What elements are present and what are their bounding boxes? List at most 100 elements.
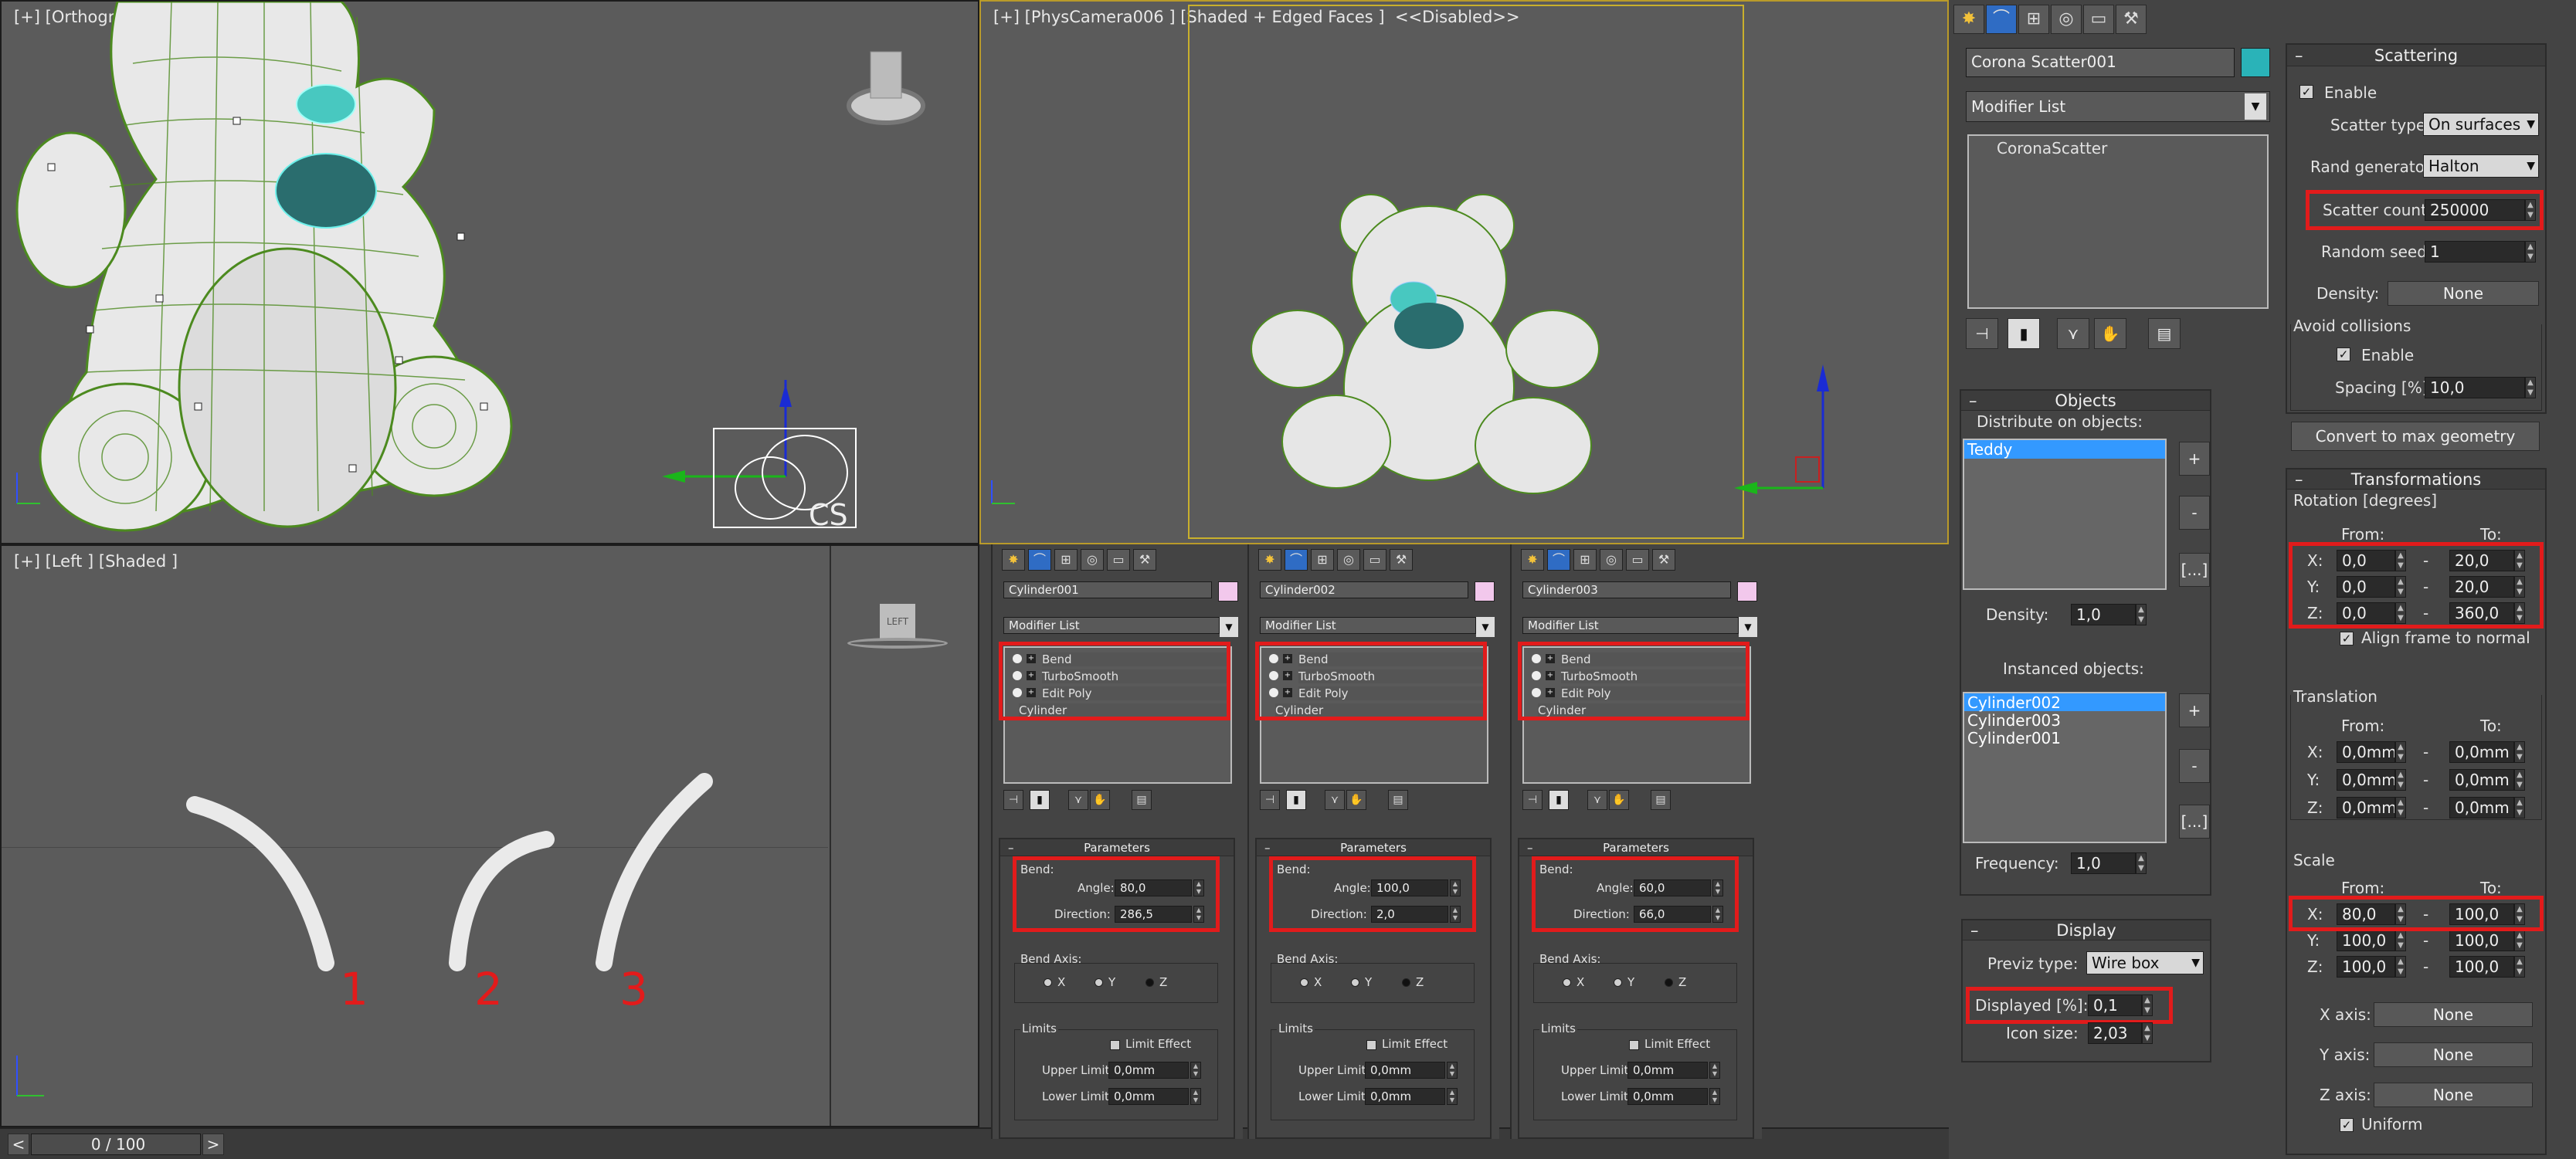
distribute-list[interactable]: Teddy — [1963, 439, 2167, 590]
modify-tab-icon[interactable]: ⌒ — [1986, 5, 2017, 34]
hierarchy-tab-icon[interactable]: ⊞ — [2018, 5, 2049, 34]
object-color-swatch[interactable] — [1475, 581, 1495, 602]
translation-from-spinner[interactable]: ▲ ▼ — [2395, 741, 2406, 763]
utilities-tab-icon[interactable]: ⚒ — [1652, 549, 1675, 571]
configure-sets-icon[interactable]: ▤ — [1388, 790, 1408, 810]
motion-tab-icon[interactable]: ◎ — [1337, 549, 1360, 571]
modify-tab-icon[interactable]: ⌒ — [1547, 549, 1570, 571]
show-end-result-icon[interactable]: ▮ — [1030, 790, 1050, 810]
axis-radio-x[interactable] — [1300, 978, 1308, 987]
remove-modifier-icon[interactable]: ✋ — [1346, 790, 1366, 810]
configure-sets-icon[interactable]: ▤ — [1132, 790, 1152, 810]
translation-from-field[interactable]: 0,0mm — [2337, 741, 2395, 763]
spacing-field[interactable]: 10,0 — [2425, 377, 2525, 398]
enable-checkbox[interactable]: ✓ — [2299, 85, 2313, 99]
stack-item-coronascatter[interactable]: CoronaScatter — [1997, 139, 2107, 158]
random-seed-spinner[interactable]: ▲ ▼ — [2525, 241, 2536, 263]
pin-stack-icon[interactable]: ⊣ — [1003, 790, 1023, 810]
create-tab-icon[interactable]: ✸ — [1258, 549, 1281, 571]
limit-effect-checkbox[interactable] — [1110, 1040, 1120, 1050]
scale-to-spinner[interactable]: ▲ ▼ — [2514, 956, 2525, 978]
translation-from-field[interactable]: 0,0mm — [2337, 797, 2395, 818]
display-tab-icon[interactable]: ▭ — [1626, 549, 1649, 571]
x-axis-button[interactable]: None — [2374, 1002, 2533, 1027]
more-distribute-button[interactable]: [...] — [2179, 553, 2210, 587]
upper-limit-spinner[interactable]: ▲ ▼ — [1709, 1062, 1720, 1079]
rollout-header[interactable]: – Transformations — [2287, 469, 2545, 490]
frequency-field[interactable]: 1,0 — [2071, 852, 2136, 874]
utilities-tab-icon[interactable]: ⚒ — [2116, 5, 2147, 34]
rollout-header[interactable]: – Parameters — [1257, 839, 1490, 856]
translation-to-spinner[interactable]: ▲ ▼ — [2514, 741, 2525, 763]
more-instanced-button[interactable]: [...] — [2179, 805, 2210, 839]
timeline-prev-button[interactable]: < — [8, 1134, 29, 1155]
scale-to-field[interactable]: 100,0 — [2449, 956, 2514, 978]
icon-size-spinner[interactable]: ▲ ▼ — [2142, 1022, 2153, 1044]
object-name-field[interactable]: Corona Scatter001 — [1966, 48, 2235, 77]
modifier-list-dropdown[interactable]: Modifier List — [1522, 617, 1739, 634]
upper-limit-field[interactable]: 0,0mm — [1627, 1062, 1708, 1079]
remove-modifier-icon[interactable]: ✋ — [1609, 790, 1629, 810]
rollout-header[interactable]: – Scattering — [2287, 45, 2545, 66]
translation-to-field[interactable]: 0,0mm — [2449, 769, 2514, 791]
show-end-result-icon[interactable]: ▮ — [2008, 318, 2040, 349]
viewport-physcamera[interactable]: [+] [PhysCamera006 ] [Shaded + Edged Fac… — [979, 0, 1949, 544]
z-axis-button[interactable]: None — [2374, 1083, 2533, 1107]
axis-radio-z[interactable] — [1665, 978, 1673, 987]
utilities-tab-icon[interactable]: ⚒ — [1133, 549, 1156, 571]
limit-effect-checkbox[interactable] — [1366, 1040, 1376, 1050]
remove-modifier-icon[interactable]: ✋ — [2094, 318, 2126, 349]
viewcube[interactable]: LEFT — [847, 604, 948, 650]
object-name-field[interactable]: Cylinder002 — [1260, 581, 1468, 598]
upper-limit-field[interactable]: 0,0mm — [1108, 1062, 1189, 1079]
previz-dropdown[interactable]: Wire box ▼ — [2086, 951, 2204, 974]
hierarchy-tab-icon[interactable]: ⊞ — [1573, 549, 1597, 571]
icon-size-field[interactable]: 2,03 — [2088, 1022, 2142, 1044]
viewport-orthographic[interactable]: [+] [Orthographic CS — [0, 0, 979, 544]
pin-stack-icon[interactable]: ⊣ — [1966, 318, 1998, 349]
frequency-spinner[interactable]: ▲ ▼ — [2136, 852, 2147, 874]
uniform-checkbox[interactable]: ✓ — [2340, 1118, 2354, 1132]
translation-to-field[interactable]: 0,0mm — [2449, 741, 2514, 763]
remove-instanced-button[interactable]: - — [2179, 749, 2210, 783]
timeline-next-button[interactable]: > — [202, 1134, 224, 1155]
instanced-list[interactable]: Cylinder002 Cylinder003 Cylinder001 — [1963, 692, 2167, 843]
translation-to-spinner[interactable]: ▲ ▼ — [2514, 797, 2525, 818]
make-unique-icon[interactable]: ⋎ — [1325, 790, 1345, 810]
timeline-slider[interactable]: 0 / 100 — [31, 1134, 201, 1155]
motion-tab-icon[interactable]: ◎ — [1600, 549, 1623, 571]
scatter-type-dropdown[interactable]: On surfaces ▼ — [2423, 113, 2539, 136]
convert-to-geometry-button[interactable]: Convert to max geometry — [2291, 422, 2540, 451]
translation-to-spinner[interactable]: ▲ ▼ — [2514, 769, 2525, 791]
make-unique-icon[interactable]: ⋎ — [2057, 318, 2089, 349]
upper-limit-field[interactable]: 0,0mm — [1365, 1062, 1445, 1079]
scale-from-spinner[interactable]: ▲ ▼ — [2395, 930, 2406, 951]
hierarchy-tab-icon[interactable]: ⊞ — [1054, 549, 1078, 571]
object-name-field[interactable]: Cylinder003 — [1522, 581, 1731, 598]
list-item-cylinder002[interactable]: Cylinder002 — [1964, 693, 2165, 712]
axis-radio-z[interactable] — [1145, 978, 1154, 987]
density-field[interactable]: 1,0 — [2071, 604, 2136, 625]
lower-limit-field[interactable]: 0,0mm — [1108, 1088, 1189, 1105]
object-color-swatch[interactable] — [1737, 581, 1757, 602]
lower-limit-spinner[interactable]: ▲ ▼ — [1709, 1088, 1720, 1105]
remove-distribute-button[interactable]: - — [2179, 496, 2210, 530]
object-color-swatch[interactable] — [1218, 581, 1238, 602]
random-seed-field[interactable]: 1 — [2425, 241, 2525, 263]
rollout-header[interactable]: – Objects — [1961, 391, 2210, 411]
translation-from-field[interactable]: 0,0mm — [2337, 769, 2395, 791]
hierarchy-tab-icon[interactable]: ⊞ — [1311, 549, 1334, 571]
viewport-left[interactable]: [+] [Left ] [Shaded ] 1 2 3 LEFT LEFT — [0, 544, 979, 1127]
modifier-list-dropdown[interactable]: Modifier List — [1260, 617, 1476, 634]
scale-to-spinner[interactable]: ▲ ▼ — [2514, 930, 2525, 951]
utilities-tab-icon[interactable]: ⚒ — [1390, 549, 1413, 571]
configure-sets-icon[interactable]: ▤ — [1651, 790, 1671, 810]
chevron-down-icon[interactable]: ▼ — [1739, 617, 1757, 637]
scale-from-spinner[interactable]: ▲ ▼ — [2395, 956, 2406, 978]
axis-radio-y[interactable] — [1351, 978, 1359, 987]
translation-from-spinner[interactable]: ▲ ▼ — [2395, 769, 2406, 791]
list-item-teddy[interactable]: Teddy — [1964, 440, 2165, 459]
avoid-enable-checkbox[interactable]: ✓ — [2337, 347, 2350, 361]
modifier-list-dropdown[interactable]: Modifier List ▼ — [1966, 91, 2270, 122]
rollout-header[interactable]: – Display — [1963, 920, 2210, 940]
